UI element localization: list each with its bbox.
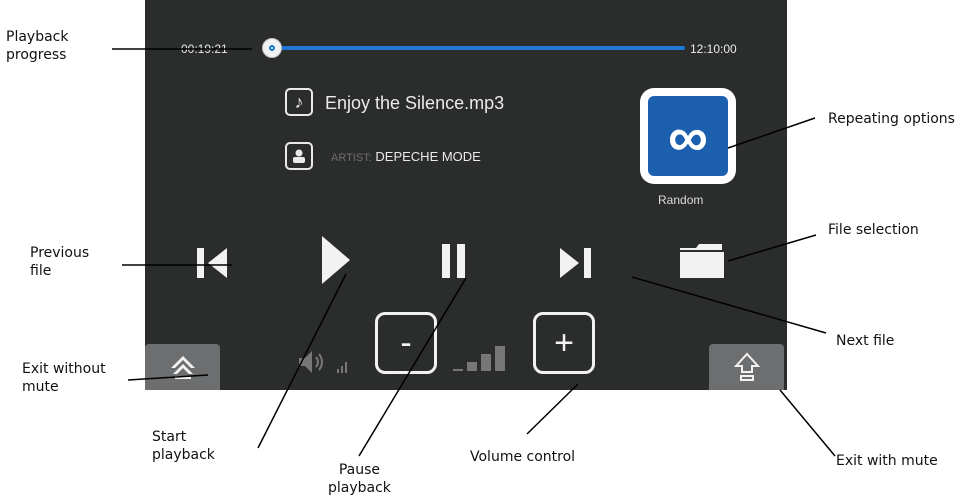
callout-pause-playback: Pause playback	[328, 462, 391, 496]
callout-playback-progress: Playback progress	[6, 29, 69, 63]
callout-exit-with-mute: Exit with mute	[836, 453, 938, 469]
callout-lines	[112, 48, 836, 457]
callout-start-playback: Start playback	[152, 429, 215, 463]
callout-repeating-options: Repeating options	[828, 111, 955, 127]
callout-volume-control: Volume control	[470, 449, 576, 465]
callout-next-file: Next file	[836, 333, 895, 349]
callout-file-selection: File selection	[828, 222, 919, 238]
callout-previous-file: Previous file	[30, 245, 90, 279]
callout-exit-without-mute: Exit without mute	[22, 361, 106, 395]
